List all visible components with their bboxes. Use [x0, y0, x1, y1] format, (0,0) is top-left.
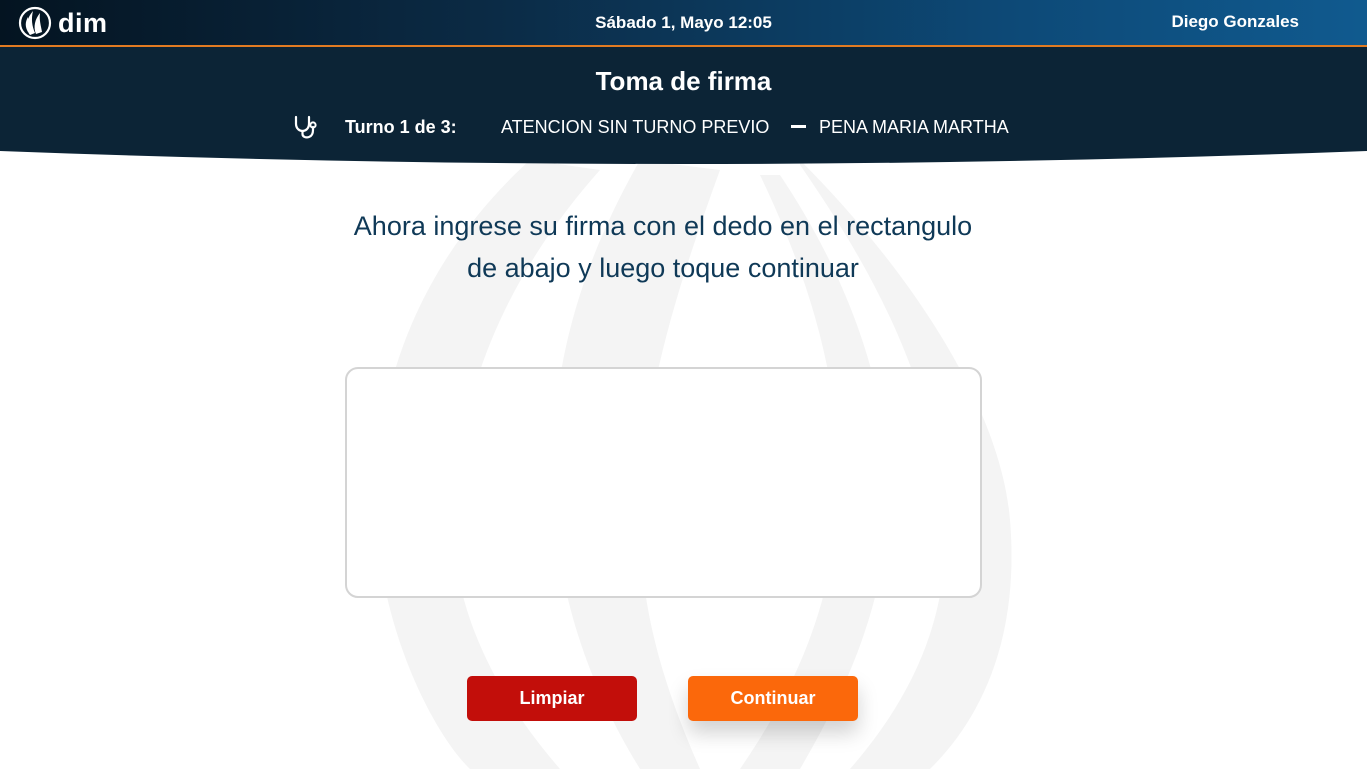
turno-info: Turno 1 de 3: ATENCION SIN TURNO PREVIO …: [0, 115, 1367, 139]
signature-pad[interactable]: [345, 367, 982, 598]
header-banner: [0, 47, 1367, 165]
accent-line: [0, 45, 1367, 47]
date-time: Sábado 1, Mayo 12:05: [0, 13, 1367, 33]
separator-dash: [791, 125, 806, 128]
date-text: Sábado 1, Mayo: [595, 13, 724, 32]
stethoscope-icon: [294, 115, 317, 139]
user-name[interactable]: Diego Gonzales: [1171, 12, 1299, 32]
instruction-line-1: Ahora ingrese su firma con el dedo en el…: [353, 211, 973, 241]
turno-type: ATENCION SIN TURNO PREVIO: [501, 117, 770, 137]
page-title: Toma de firma: [595, 66, 772, 96]
continue-button[interactable]: Continuar: [688, 676, 858, 721]
instructions: Ahora ingrese su firma con el dedo en el…: [283, 205, 1043, 289]
instruction-line-2: de abajo y luego toque continuar: [467, 253, 859, 283]
top-bar: dim Sábado 1, Mayo 12:05 Diego Gonzales: [0, 0, 1367, 45]
doctor-name: PENA MARIA MARTHA: [819, 117, 1009, 137]
clear-button[interactable]: Limpiar: [467, 676, 637, 721]
turno-label: Turno 1 de 3:: [345, 117, 457, 137]
time-text: 12:05: [728, 13, 772, 32]
